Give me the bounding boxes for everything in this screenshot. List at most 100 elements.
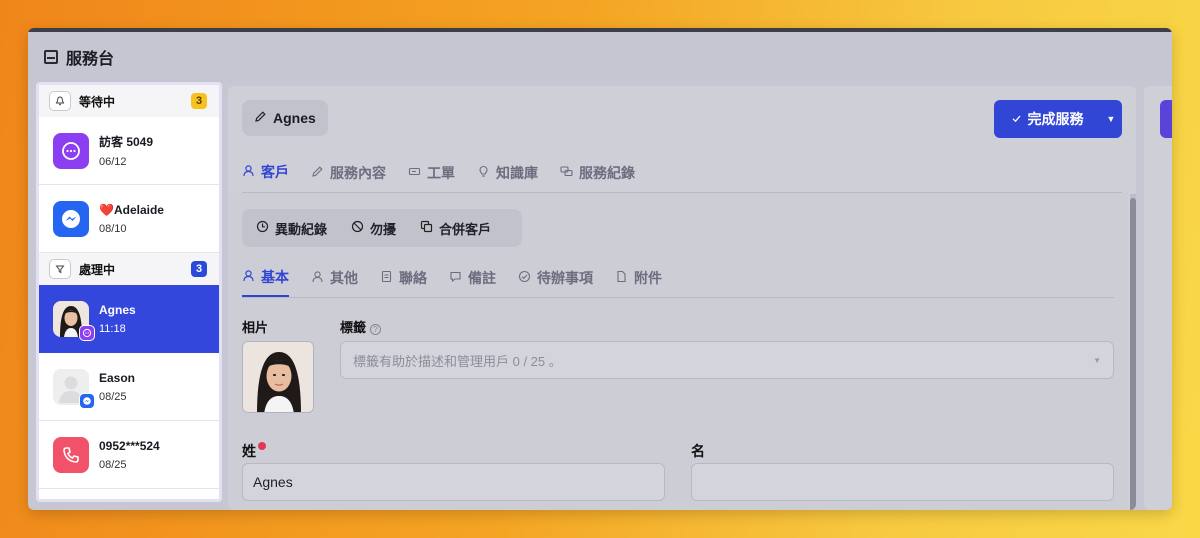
- required-indicator: [258, 442, 266, 450]
- tab-label: 服務紀錄: [579, 165, 635, 181]
- subtab-notes[interactable]: 備註: [449, 267, 496, 297]
- conversation-name: 訪客 5049: [99, 135, 154, 149]
- user-icon: [242, 164, 255, 180]
- action-label: 合併客戶: [439, 221, 492, 237]
- conversation-time: 08/10: [99, 222, 127, 235]
- comment-icon: [449, 270, 462, 286]
- subtab-label: 備註: [468, 270, 496, 286]
- customer-content: 異動紀錄 勿擾 合併客戶 基本 其他 聯絡 備註 待辦事項 附件 相片 標籤 ?…: [228, 193, 1128, 510]
- pencil-icon: [254, 110, 267, 126]
- customer-subtabs: 基本 其他 聯絡 備註 待辦事項 附件: [242, 267, 662, 297]
- conversation-sidebar: 等待中 3 訪客 5049 06/12 ❤️Adelaide 08/10 處理中…: [36, 82, 222, 502]
- conversation-item[interactable]: 0952***524 08/25: [39, 421, 219, 489]
- merge-customer-button[interactable]: 合併客戶: [420, 219, 491, 238]
- conversation-name: 0952***524: [99, 438, 160, 453]
- photo-label: 相片: [242, 320, 269, 335]
- action-label: 異動紀錄: [275, 221, 328, 237]
- processing-count-badge: 3: [191, 261, 207, 277]
- group-label: 等待中: [79, 94, 116, 109]
- customer-action-bar: 異動紀錄 勿擾 合併客戶: [242, 209, 522, 247]
- subtab-other[interactable]: 其他: [311, 267, 358, 297]
- conversation-item[interactable]: 訪客 5049 06/12: [39, 117, 219, 185]
- first-name-field[interactable]: [691, 463, 1114, 501]
- user-icon: [242, 269, 255, 285]
- tags-placeholder: 標籤有助於描述和管理用戶 0 / 25 。: [353, 353, 562, 369]
- tab-ticket[interactable]: 工單: [408, 162, 455, 194]
- right-side-panel: [1144, 86, 1172, 510]
- tab-label: 知識庫: [496, 165, 538, 181]
- user-icon: [311, 270, 324, 286]
- phone-icon: [53, 436, 89, 473]
- conversation-time: 06/12: [99, 156, 127, 168]
- title-bar: 服務台: [28, 32, 1172, 82]
- chevron-down-icon[interactable]: ▼: [1100, 100, 1122, 138]
- tab-label: 工單: [427, 165, 455, 181]
- complete-service-label: 完成服務: [1027, 111, 1084, 127]
- copy-icon: [420, 220, 433, 236]
- bell-icon[interactable]: [49, 91, 71, 111]
- conversation-name: Eason: [99, 370, 136, 385]
- subtab-contact[interactable]: 聯絡: [380, 267, 427, 297]
- heart-emoji: ❤️: [99, 202, 114, 217]
- tab-knowledge-base[interactable]: 知識庫: [477, 162, 538, 194]
- customer-name: Agnes: [273, 110, 316, 126]
- subtab-label: 其他: [330, 270, 358, 286]
- clock-icon: [256, 220, 269, 236]
- funnel-icon[interactable]: [49, 259, 71, 279]
- block-icon: [351, 220, 364, 236]
- chat-icon: [79, 324, 95, 341]
- customer-panel: Agnes 完成服務 ▼ 客戶 服務內容 工單 知識庫 服務紀錄 異動紀錄 勿擾…: [228, 86, 1136, 510]
- app-window: 服務台 等待中 3 訪客 5049 06/12 ❤️Adelaide 08/10…: [28, 28, 1172, 510]
- conversation-name-text: Adelaide: [113, 202, 164, 217]
- group-header-waiting[interactable]: 等待中 3: [39, 85, 219, 117]
- tab-label: 服務內容: [330, 165, 386, 181]
- check-icon: [1011, 111, 1022, 127]
- complete-service-button[interactable]: 完成服務 ▼: [994, 100, 1122, 138]
- scrollbar-thumb[interactable]: [1130, 198, 1136, 510]
- tags-label-text: 標籤: [340, 320, 367, 335]
- messenger-icon: [53, 200, 89, 237]
- conversation-item[interactable]: ❤️Adelaide 08/10: [39, 185, 219, 253]
- tab-service-content[interactable]: 服務內容: [311, 162, 386, 194]
- complete-service-main[interactable]: 完成服務: [994, 109, 1100, 129]
- ticket-icon: [408, 165, 421, 181]
- lightbulb-icon: [477, 165, 490, 181]
- last-name-label-text: 姓: [242, 443, 256, 459]
- customer-photo[interactable]: [242, 341, 314, 413]
- chevron-down-icon[interactable]: ▼: [1093, 356, 1101, 365]
- messenger-icon: [79, 392, 95, 409]
- pencil-icon: [311, 165, 324, 181]
- inbox-icon: [44, 50, 58, 64]
- tab-label: 客戶: [261, 164, 289, 180]
- last-name-label: 姓: [242, 441, 266, 461]
- conversation-name: Agnes: [99, 302, 136, 317]
- tags-select[interactable]: 標籤有助於描述和管理用戶 0 / 25 。 ▼: [340, 341, 1114, 379]
- check-circle-icon: [518, 270, 531, 286]
- content-scrollbar[interactable]: [1130, 194, 1136, 510]
- avatar: [53, 300, 95, 341]
- conversation-name: ❤️Adelaide: [99, 203, 164, 217]
- do-not-disturb-button[interactable]: 勿擾: [351, 219, 396, 238]
- tags-label: 標籤?: [340, 317, 382, 336]
- subtab-label: 基本: [261, 269, 289, 285]
- customer-name-chip[interactable]: Agnes: [242, 100, 328, 136]
- last-name-field[interactable]: Agnes: [242, 463, 665, 501]
- subtabs-divider: [242, 297, 1114, 298]
- conversation-time: 08/25: [99, 458, 127, 471]
- subtab-attachments[interactable]: 附件: [615, 267, 662, 297]
- chat-bubbles-icon: [560, 165, 573, 181]
- group-header-processing[interactable]: 處理中 3: [39, 253, 219, 285]
- tab-service-records[interactable]: 服務紀錄: [560, 162, 635, 194]
- change-log-button[interactable]: 異動紀錄: [256, 219, 327, 238]
- waiting-count-badge: 3: [191, 93, 207, 109]
- help-icon[interactable]: ?: [370, 324, 382, 335]
- subtab-todo[interactable]: 待辦事項: [518, 267, 593, 297]
- subtab-basic[interactable]: 基本: [242, 267, 289, 297]
- subtab-label: 待辦事項: [537, 270, 593, 286]
- conversation-time: 08/25: [99, 390, 127, 403]
- side-panel-toggle[interactable]: [1160, 100, 1172, 138]
- conversation-time: 11:18: [99, 322, 126, 335]
- conversation-item-active[interactable]: Agnes 11:18: [39, 285, 219, 353]
- conversation-item[interactable]: Eason 08/25: [39, 353, 219, 421]
- tab-customer[interactable]: 客戶: [242, 162, 289, 194]
